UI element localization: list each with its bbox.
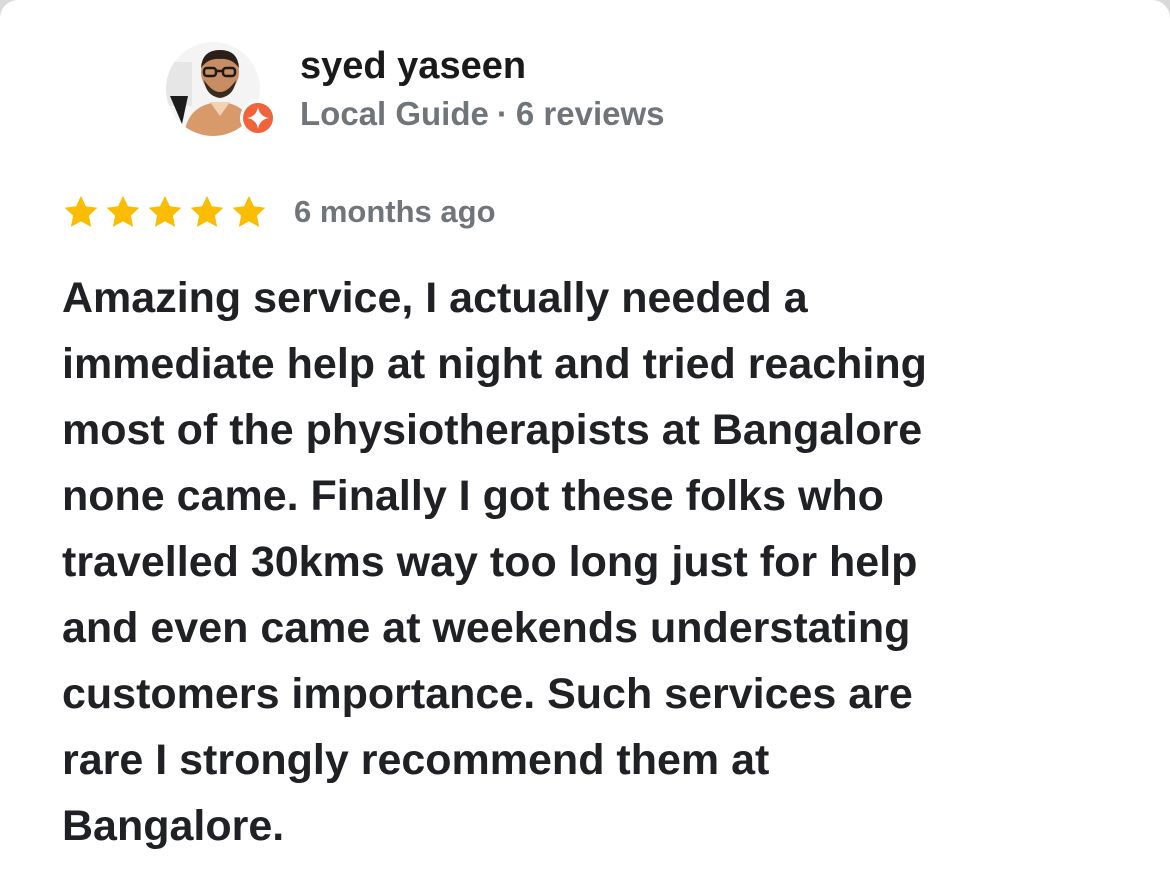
local-guide-star-icon: [243, 103, 273, 133]
star-rating: [62, 193, 268, 231]
local-guide-label: Local Guide: [300, 95, 489, 132]
reviewer-meta: Local Guide · 6 reviews: [300, 92, 665, 136]
star-icon: [148, 195, 182, 227]
reviewer-name[interactable]: syed yaseen: [300, 42, 526, 90]
reviewer-avatar[interactable]: [166, 42, 276, 138]
review-text: Amazing service, I actually needed a imm…: [62, 274, 927, 850]
star-icon: [190, 195, 224, 227]
star-icon: [232, 195, 266, 227]
review-date: 6 months ago: [294, 194, 496, 229]
review-count[interactable]: 6 reviews: [516, 95, 665, 132]
star-icon: [64, 195, 98, 227]
meta-separator: ·: [496, 95, 508, 132]
star-icon: [106, 195, 140, 227]
rating-row: 6 months ago: [62, 190, 496, 234]
local-guide-badge: [240, 100, 276, 136]
review-card: syed yaseen Local Guide · 6 reviews 6 mont…: [0, 0, 1170, 876]
